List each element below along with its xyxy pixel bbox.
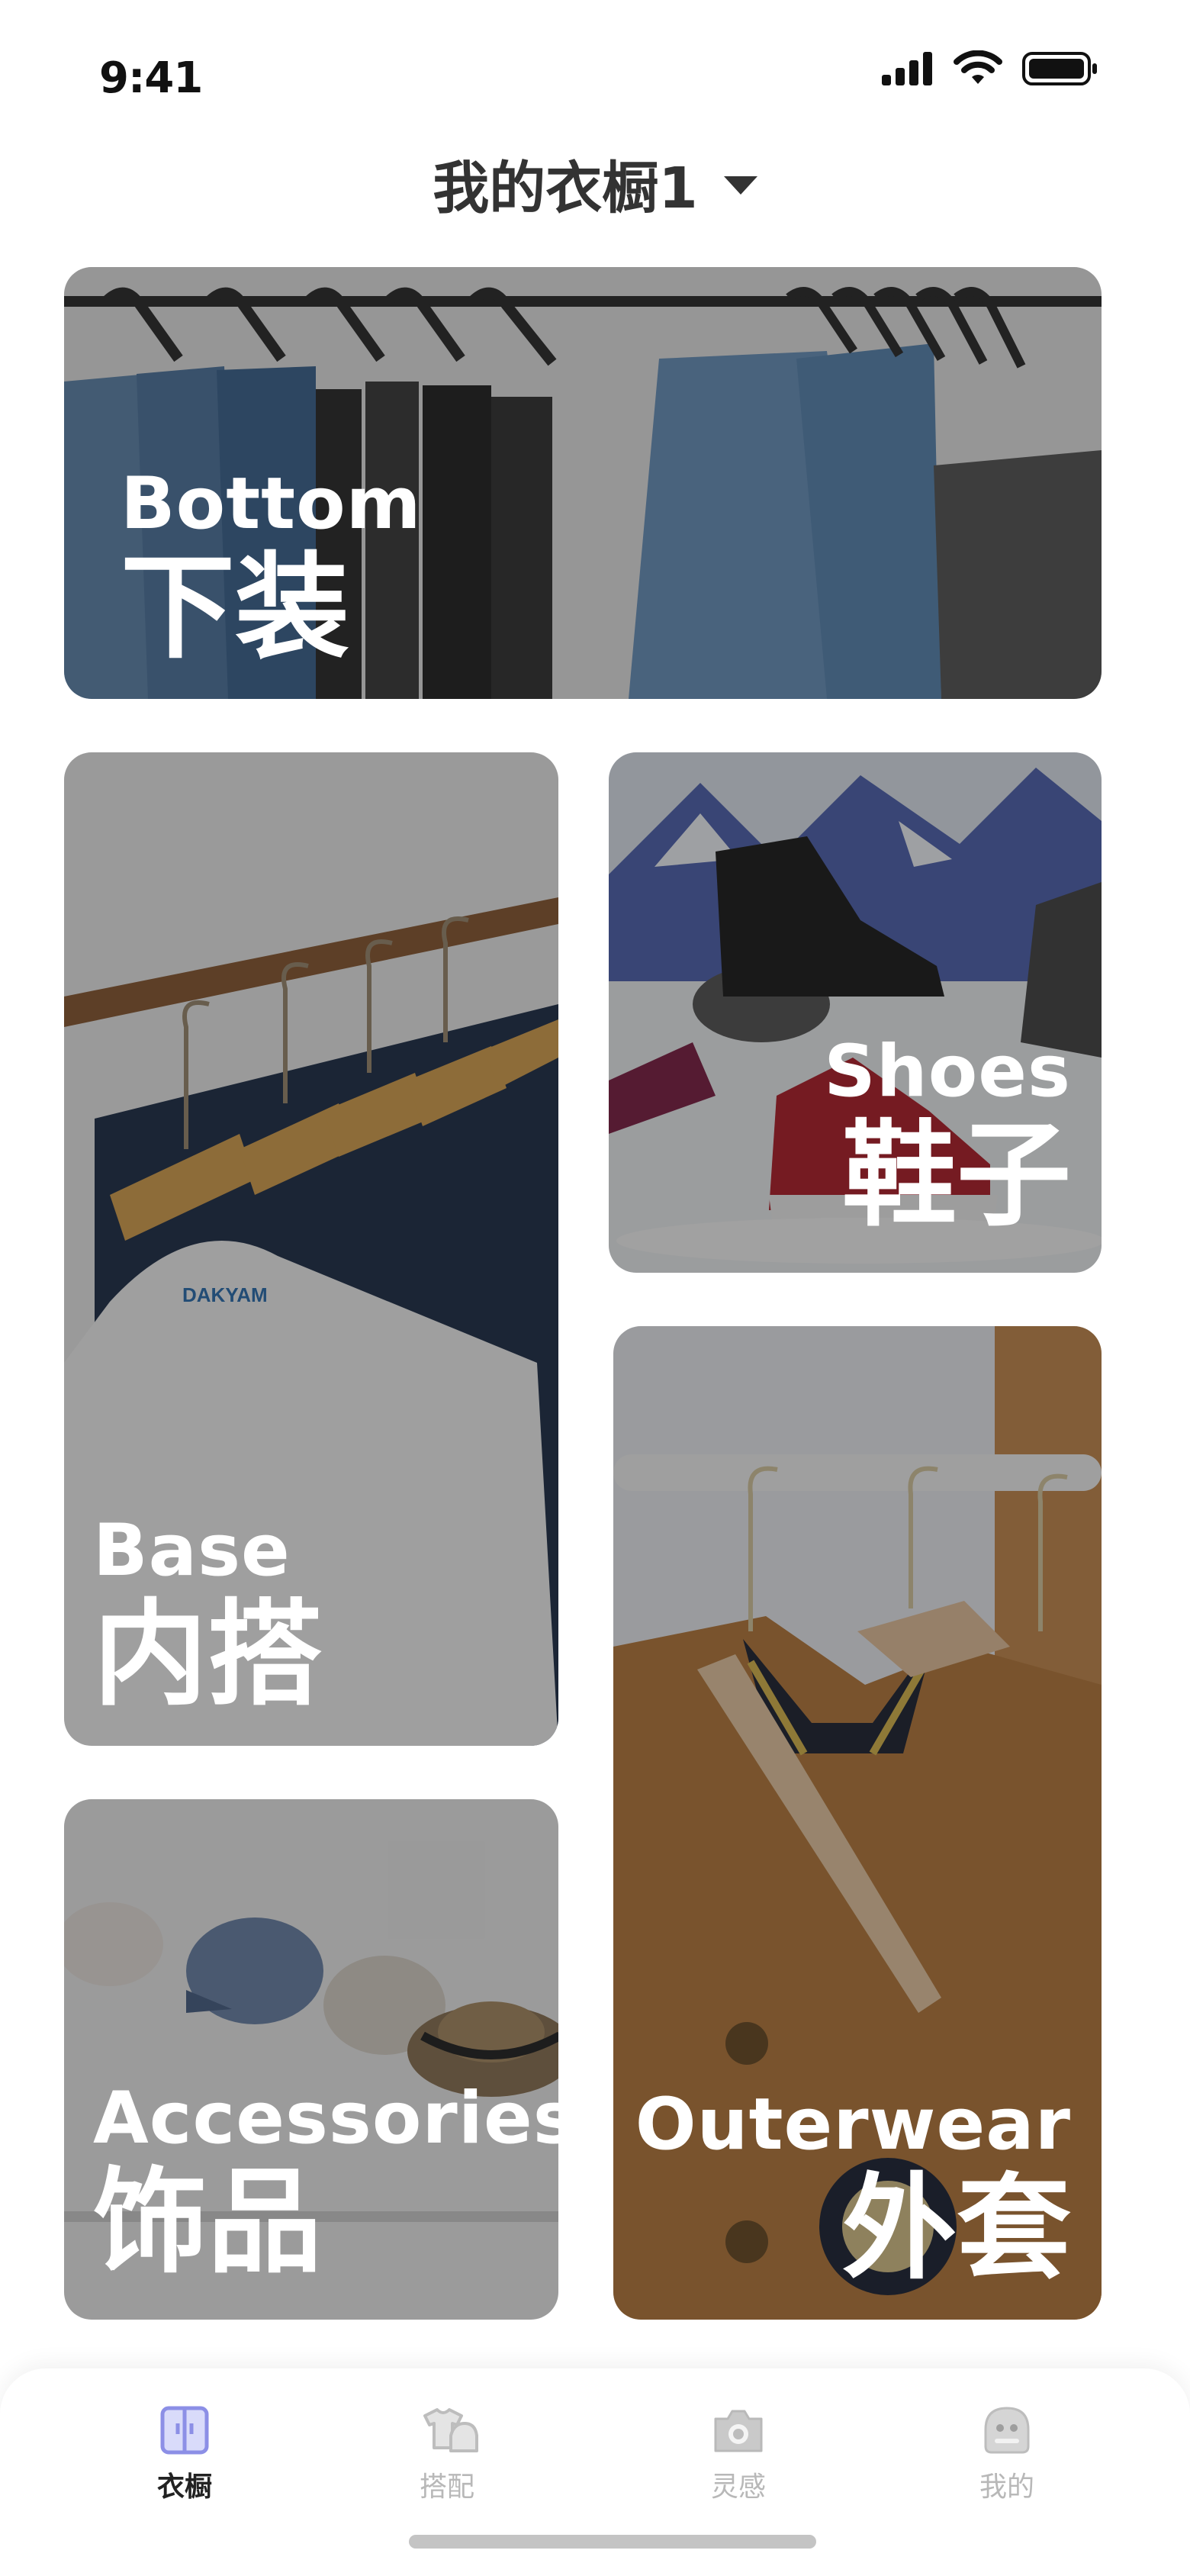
category-zh-label: 外套 xyxy=(841,2162,1071,2295)
category-en-label: Accessories xyxy=(93,2077,558,2160)
status-bar: 9:41 xyxy=(0,0,1190,137)
tab-outfit[interactable]: 搭配 xyxy=(371,2405,523,2504)
tab-label: 我的 xyxy=(979,2471,1034,2503)
category-zh-label: 下装 xyxy=(121,542,350,675)
status-icons xyxy=(882,50,1098,87)
category-card-outerwear[interactable]: Outerwear 外套 xyxy=(613,1326,1102,2320)
category-zh-label: 内搭 xyxy=(93,1589,323,1721)
page-title: 我的衣橱1 xyxy=(433,155,698,221)
category-en-label: Shoes xyxy=(824,1030,1071,1113)
status-time: 9:41 xyxy=(99,53,203,103)
camera-icon xyxy=(714,2410,763,2452)
tab-label: 搭配 xyxy=(419,2471,474,2503)
category-card-bottom[interactable]: Bottom 下装 xyxy=(64,267,1102,699)
outfit-icon xyxy=(423,2408,478,2452)
category-en-label: Base xyxy=(93,1509,291,1592)
wifi-icon xyxy=(954,50,1002,84)
category-card-base[interactable]: DAKYAM Base 内搭 xyxy=(64,752,558,1746)
tab-profile[interactable]: 我的 xyxy=(931,2405,1083,2504)
tab-inspiration[interactable]: 灵感 xyxy=(662,2405,815,2504)
wardrobe-selector[interactable]: 我的衣橱1 xyxy=(433,143,757,224)
tab-label: 灵感 xyxy=(710,2471,766,2503)
caret-down-icon xyxy=(723,176,757,195)
category-card-accessories[interactable]: Accessories 饰品 xyxy=(64,1799,558,2320)
battery-icon xyxy=(1022,52,1097,85)
category-en-label: Bottom xyxy=(121,462,422,546)
category-zh-label: 鞋子 xyxy=(841,1109,1071,1242)
category-en-label: Outerwear xyxy=(635,2083,1071,2166)
header: 我的衣橱1 xyxy=(0,145,1190,221)
tab-label: 衣橱 xyxy=(156,2471,212,2503)
cellular-signal-icon xyxy=(882,52,932,85)
wardrobe-icon xyxy=(160,2406,209,2455)
home-indicator xyxy=(409,2535,816,2549)
category-zh-label: 饰品 xyxy=(93,2156,323,2289)
category-card-shoes[interactable]: Shoes 鞋子 xyxy=(609,752,1102,1273)
tab-wardrobe[interactable]: 衣橱 xyxy=(108,2405,261,2504)
profile-icon xyxy=(984,2407,1030,2454)
